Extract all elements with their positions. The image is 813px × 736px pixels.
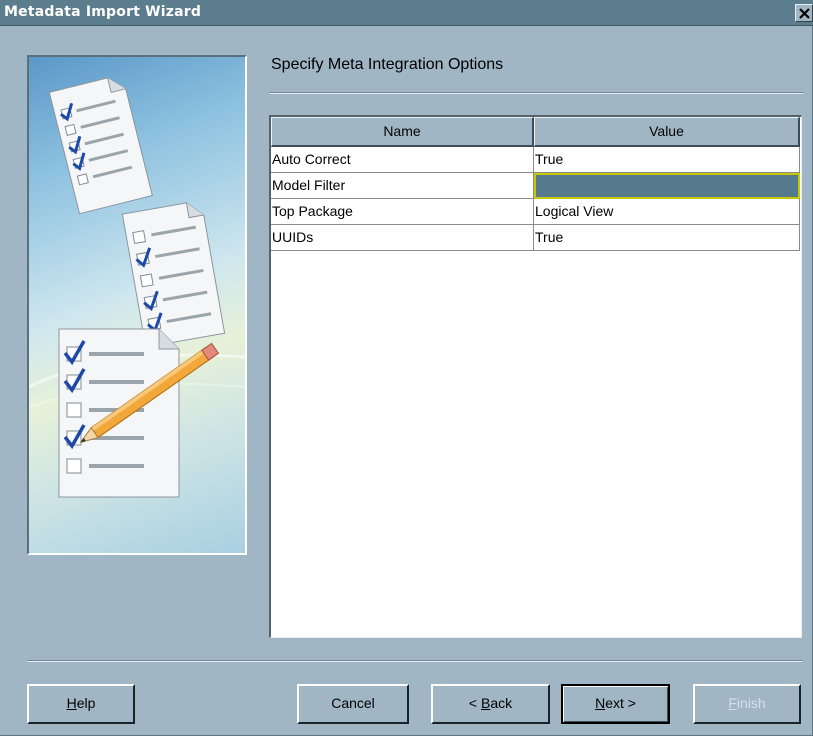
finish-mnemonic: F (728, 695, 737, 711)
cancel-button[interactable]: Cancel (297, 684, 409, 724)
option-value-cell[interactable]: Logical View (534, 199, 800, 225)
back-label-rest: ack (490, 695, 513, 711)
option-name-cell[interactable]: Model Filter (271, 173, 534, 199)
back-button[interactable]: < Back (431, 684, 550, 724)
next-mnemonic: N (595, 695, 606, 711)
finish-button[interactable]: Finish (693, 684, 801, 724)
wizard-illustration (27, 55, 247, 555)
table-row[interactable]: Top Package Logical View (271, 199, 800, 225)
table-row[interactable]: Model Filter (271, 173, 800, 199)
title-divider-highlight (270, 93, 803, 94)
back-mnemonic: B (480, 695, 491, 711)
column-header-value[interactable]: Value (534, 117, 800, 147)
table-row[interactable]: Auto Correct True (271, 147, 800, 173)
option-name-cell[interactable]: Auto Correct (271, 147, 534, 173)
checklist-illustration (29, 77, 245, 498)
next-button[interactable]: Next > (561, 684, 670, 724)
button-divider-highlight (27, 661, 802, 662)
wizard-window: Metadata Import Wizard Specify Meta Inte… (0, 0, 813, 736)
title-bar[interactable]: Metadata Import Wizard (0, 0, 813, 26)
option-value-cell[interactable]: True (534, 225, 800, 251)
back-label-pre: < (468, 695, 481, 711)
next-label-rest: ext > (605, 695, 636, 711)
option-name-cell[interactable]: UUIDs (271, 225, 534, 251)
page-title: Specify Meta Integration Options (271, 56, 504, 73)
options-table[interactable]: Name Value Auto Correct True Model Filte… (269, 115, 802, 638)
window-title: Metadata Import Wizard (4, 4, 202, 20)
close-button[interactable] (795, 4, 813, 22)
finish-label-rest: inish (736, 695, 766, 711)
cancel-label: Cancel (331, 695, 375, 711)
table-row[interactable]: UUIDs True (271, 225, 800, 251)
option-name-cell[interactable]: Top Package (271, 199, 534, 225)
help-label-rest: elp (76, 695, 96, 711)
help-button[interactable]: Help (27, 684, 135, 724)
help-mnemonic: H (66, 695, 77, 711)
option-value-cell[interactable]: True (534, 147, 800, 173)
option-value-cell-selected[interactable] (534, 173, 800, 199)
column-header-name[interactable]: Name (271, 117, 534, 147)
close-icon (799, 8, 810, 19)
